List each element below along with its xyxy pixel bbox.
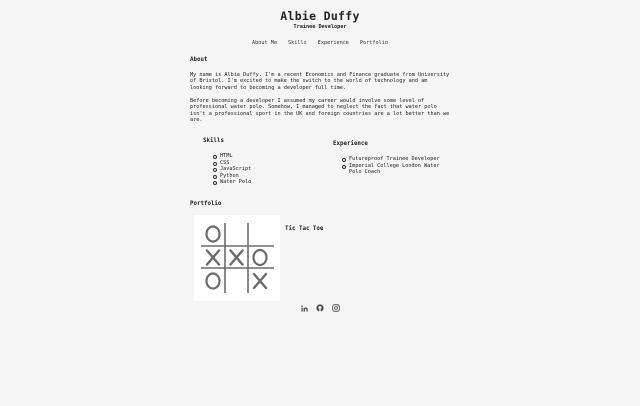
nav-portfolio[interactable]: Portfolio bbox=[360, 40, 388, 46]
page: Albie Duffy Trainee Developer About Me S… bbox=[0, 0, 640, 406]
github-icon[interactable] bbox=[316, 304, 324, 312]
site-title: Albie Duffy bbox=[280, 9, 360, 23]
site-subtitle: Trainee Developer bbox=[293, 24, 347, 30]
nav-about-me[interactable]: About Me bbox=[252, 40, 277, 46]
board-mark-o bbox=[252, 248, 268, 267]
experience-item: Imperial College London Water Polo Coach bbox=[340, 163, 440, 176]
linkedin-icon[interactable] bbox=[300, 304, 308, 312]
experience-heading: Experience bbox=[333, 141, 368, 147]
about-paragraph-2: Before becoming a developer I assumed my… bbox=[190, 98, 450, 123]
skills-list: HTML CSS JavaScript Python Water Polo bbox=[211, 153, 251, 186]
skill-item: Water Polo bbox=[211, 179, 251, 186]
board-mark-o bbox=[205, 272, 221, 290]
portfolio-heading: Portfolio bbox=[190, 201, 222, 207]
board-mark-x bbox=[252, 272, 268, 290]
about-heading: About bbox=[190, 57, 208, 63]
nav-experience[interactable]: Experience bbox=[318, 40, 349, 46]
tic-tac-toe-thumbnail[interactable] bbox=[194, 215, 280, 301]
skills-heading: Skills bbox=[203, 138, 224, 144]
board-mark-x bbox=[205, 249, 221, 266]
about-paragraph-1: My name is Albie Duffy. I'm a recent Eco… bbox=[190, 72, 450, 91]
board-mark-x bbox=[229, 249, 244, 266]
project-title-tic-tac-toe[interactable]: Tic Tac Toe bbox=[285, 226, 323, 232]
board-mark-o bbox=[205, 225, 221, 243]
social-links bbox=[0, 304, 640, 312]
tic-tac-toe-board bbox=[201, 223, 274, 293]
experience-list: Futureproof Trainee Developer Imperial C… bbox=[340, 156, 440, 176]
instagram-icon[interactable] bbox=[332, 304, 340, 312]
main-nav: About Me Skills Experience Portfolio bbox=[0, 40, 640, 46]
nav-skills[interactable]: Skills bbox=[288, 40, 307, 46]
